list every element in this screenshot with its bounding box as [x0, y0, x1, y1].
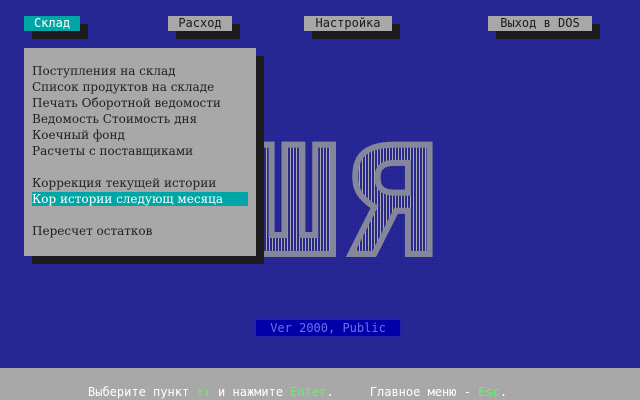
menu-item-postupleniya[interactable]: Поступления на склад — [32, 64, 248, 78]
top-menu-bar: Склад Расход Настройка Выход в DOS — [0, 0, 640, 48]
menu-item-vedomost-stoimost[interactable]: Ведомость Стоимость дня — [32, 112, 248, 126]
status-text-1: Выберите пункт — [88, 385, 197, 399]
tab-sklad[interactable]: Склад — [24, 16, 80, 31]
menu-item-pereschet-ostatkov[interactable]: Пересчет остатков — [32, 224, 248, 238]
status-hint: Выберите пункт ↑↓ и нажмите Enter. Главн… — [88, 384, 507, 400]
version-label: Ver 2000, Public — [256, 320, 400, 336]
tab-rashod[interactable]: Расход — [168, 16, 232, 31]
menu-item-raschety[interactable]: Расчеты с поставщиками — [32, 144, 248, 158]
menu-item-spisok-produktov[interactable]: Список продуктов на складе — [32, 80, 248, 94]
menu-item-korrekciya-tekushey[interactable]: Коррекция текущей истории — [32, 176, 248, 190]
menu-item-kor-sleduyushch[interactable]: Кор истории следующ месяца — [32, 192, 248, 206]
status-text-2: и нажмите — [210, 385, 291, 399]
sklad-dropdown-menu: Поступления на склад Список продуктов на… — [24, 48, 256, 256]
arrows-hint: ↑↓ — [196, 385, 211, 399]
enter-key-hint: Enter — [290, 385, 327, 399]
status-text-3: . Главное меню - — [326, 385, 479, 399]
tab-nastroyka[interactable]: Настройка — [304, 16, 392, 31]
status-text-4: . — [499, 385, 508, 399]
esc-key-hint: Esc — [478, 385, 500, 399]
menu-item-pechat-oborotnoy[interactable]: Печать Оборотной ведомости — [32, 96, 248, 110]
tab-exit-dos[interactable]: Выход в DOS — [488, 16, 592, 31]
menu-item-koechny-fond[interactable]: Коечный фонд — [32, 128, 248, 142]
